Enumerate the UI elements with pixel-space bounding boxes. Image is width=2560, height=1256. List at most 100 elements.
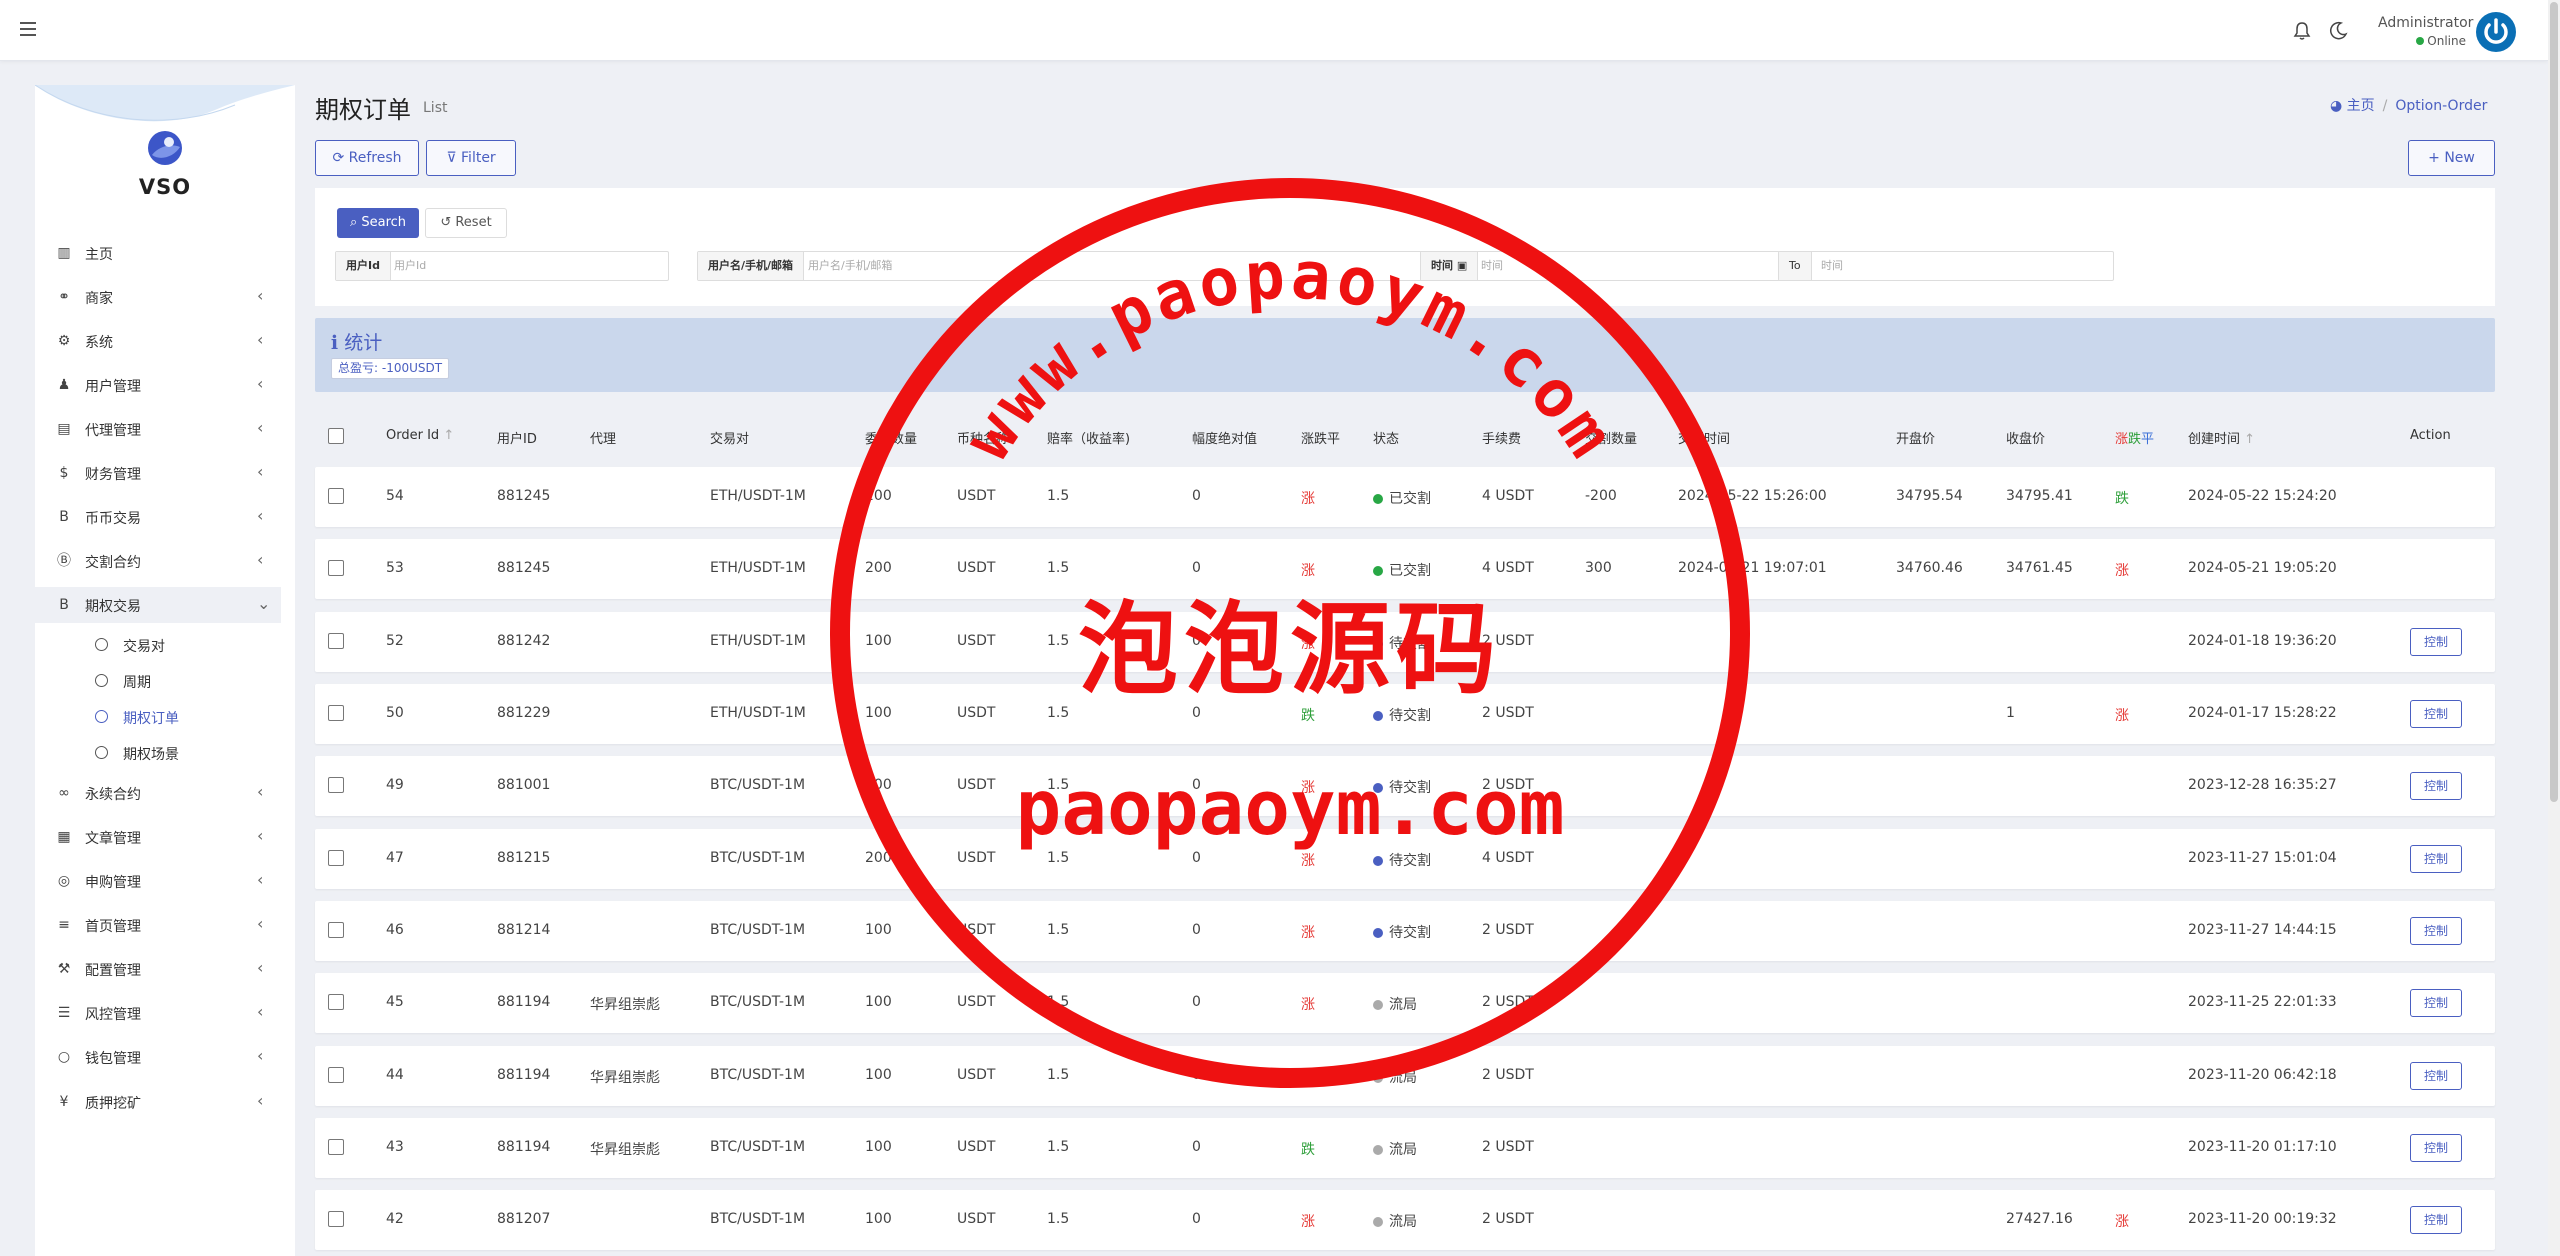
time-label-text: 时间 [1431, 259, 1453, 272]
row-checkbox[interactable] [328, 560, 344, 576]
power-icon [2479, 15, 2513, 49]
sidebar-item[interactable]: ○ 钱包管理 ‹ [35, 1039, 281, 1075]
sidebar-item[interactable]: B 币币交易 ‹ [35, 499, 281, 535]
control-button[interactable]: 控制 [2410, 917, 2462, 945]
filter-button[interactable]: ⊽ Filter [426, 140, 516, 176]
row-checkbox[interactable] [328, 1139, 344, 1155]
col-created[interactable]: 创建时间 ↑ [2188, 428, 2255, 447]
select-all-checkbox[interactable] [328, 428, 344, 444]
control-button[interactable]: 控制 [2410, 845, 2462, 873]
col-open-price: 开盘价 [1896, 432, 1936, 447]
avatar[interactable] [2476, 12, 2516, 52]
bell-icon[interactable] [2293, 21, 2311, 41]
row-checkbox[interactable] [328, 994, 344, 1010]
scrollbar-thumb[interactable] [2550, 2, 2558, 802]
cell-fee: 4 USDT [1482, 488, 1534, 504]
cell-state-label: 流局 [1389, 1142, 1417, 1158]
control-button[interactable]: 控制 [2410, 628, 2462, 656]
wrench-icon: ⚒ [57, 961, 71, 977]
cell-pair: BTC/USDT-1M [710, 922, 806, 938]
row-checkbox[interactable] [328, 922, 344, 938]
col-settle-time: 交割时间 [1678, 432, 1731, 447]
user-name-field[interactable]: 用户名/手机/邮箱 用户名/手机/邮箱 [697, 251, 1457, 281]
cell-created: 2024-01-17 15:28:22 [2188, 705, 2337, 721]
row-checkbox[interactable] [328, 633, 344, 649]
table-row: 50 881229 ETH/USDT-1M 100 USDT 1.5 0 跌 2 USDT 1 涨 2… [315, 684, 2495, 744]
search-panel: ⌕ Search ↺ Reset 用户Id 用户Id 用户名/手机/邮箱 用户名… [315, 188, 2495, 306]
col-user-id: 用户ID [497, 432, 537, 447]
cell-close-price: 1 [2006, 705, 2015, 721]
reset-button[interactable]: ↺ Reset [425, 208, 507, 238]
user-name-label: 用户名/手机/邮箱 [698, 252, 805, 280]
sidebar-item[interactable]: ▤ 代理管理 ‹ [35, 411, 281, 447]
new-button[interactable]: + New [2408, 140, 2495, 176]
col-result-fall: 跌 [2128, 432, 2142, 447]
row-checkbox[interactable] [328, 1211, 344, 1227]
control-button[interactable]: 控制 [2410, 1206, 2462, 1234]
control-button[interactable]: 控制 [2410, 1134, 2462, 1162]
sidebar-item[interactable]: ⚒ 配置管理 ‹ [35, 951, 281, 987]
sidebar-item[interactable]: Ⓑ 交割合约 ‹ [35, 543, 281, 579]
control-button[interactable]: 控制 [2410, 989, 2462, 1017]
user-id-field[interactable]: 用户Id 用户Id [335, 251, 669, 281]
sidebar-item[interactable]: ⚙ 系统 ‹ [35, 323, 281, 359]
sidebar-item[interactable]: ≡ 首页管理 ‹ [35, 907, 281, 943]
cell-amount: 100 [865, 1067, 892, 1083]
calendar-icon: ▣ [1456, 259, 1468, 272]
sidebar-item[interactable]: ▦ 文章管理 ‹ [35, 819, 281, 855]
row-checkbox[interactable] [328, 850, 344, 866]
row-checkbox[interactable] [328, 1067, 344, 1083]
sidebar-item[interactable]: $ 财务管理 ‹ [35, 455, 281, 491]
sidebar-subitem[interactable]: 周期 [35, 666, 281, 696]
sidebar-item[interactable]: ◎ 申购管理 ‹ [35, 863, 281, 899]
col-created-label: 创建时间 [2188, 432, 2241, 447]
refresh-button[interactable]: ⟳ Refresh [315, 140, 419, 176]
page-subtitle: List [423, 100, 448, 116]
sidebar-item-label: 用户管理 [85, 379, 141, 395]
control-button[interactable]: 控制 [2410, 772, 2462, 800]
sidebar-item[interactable]: ☰ 风控管理 ‹ [35, 995, 281, 1031]
row-checkbox[interactable] [328, 777, 344, 793]
cell-settle-time: 2024-05-22 15:26:00 [1678, 488, 1827, 504]
admin-name[interactable]: Administrator [2378, 15, 2473, 31]
sidebar-subitem[interactable]: 期权订单 [35, 702, 281, 732]
cell-user-id: 881214 [497, 922, 551, 938]
cell-pair: ETH/USDT-1M [710, 488, 806, 504]
time-to-field[interactable]: To 时间 [1778, 251, 2114, 281]
cell-created: 2023-11-27 15:01:04 [2188, 850, 2337, 866]
cell-state-label: 已交割 [1389, 491, 1431, 507]
search-button[interactable]: ⌕ Search [337, 208, 419, 238]
cell-direction: 涨 [1301, 491, 1315, 507]
cell-result: 涨 [2115, 1214, 2129, 1230]
control-button[interactable]: 控制 [2410, 1062, 2462, 1090]
sidebar-item[interactable]: ⚭ 商家 ‹ [35, 279, 281, 315]
sidebar-item[interactable]: ∞ 永续合约 ‹ [35, 775, 281, 811]
col-action: Action [2410, 428, 2451, 443]
chevron-left-icon: ‹ [257, 914, 264, 933]
sidebar-item-label: 申购管理 [85, 875, 141, 891]
to-label: To [1779, 252, 1812, 280]
time-from-field[interactable]: 时间 ▣ 时间 [1420, 251, 1780, 281]
sidebar-item[interactable]: ▥ 主页 [35, 235, 281, 271]
cell-state: 已交割 [1373, 488, 1431, 508]
row-checkbox[interactable] [328, 488, 344, 504]
sidebar-item[interactable]: B 期权交易 ⌄ [35, 587, 281, 623]
row-checkbox[interactable] [328, 705, 344, 721]
menu-icon[interactable] [20, 22, 36, 36]
control-button[interactable]: 控制 [2410, 700, 2462, 728]
chevron-left-icon: ‹ [257, 870, 264, 889]
moon-icon[interactable] [2328, 21, 2348, 41]
time-to-placeholder: 时间 [1821, 259, 1843, 272]
sidebar-subitem[interactable]: 期权场景 [35, 738, 281, 768]
breadcrumb-home[interactable]: 主页 [2347, 98, 2375, 114]
sidebar-item-label: 期权交易 [85, 599, 141, 615]
sidebar-item[interactable]: ¥ 质押挖矿 ‹ [35, 1084, 281, 1120]
status-dot-icon [1373, 1073, 1383, 1083]
cell-state-label: 已交割 [1389, 563, 1431, 579]
cell-direction: 跌 [1301, 708, 1315, 724]
col-order-id[interactable]: Order Id ↑ [386, 428, 454, 443]
breadcrumb-current: Option-Order [2395, 98, 2488, 114]
sidebar-subitem[interactable]: 交易对 [35, 630, 281, 660]
online-status: Online [2370, 34, 2466, 48]
sidebar-item[interactable]: ♟ 用户管理 ‹ [35, 367, 281, 403]
